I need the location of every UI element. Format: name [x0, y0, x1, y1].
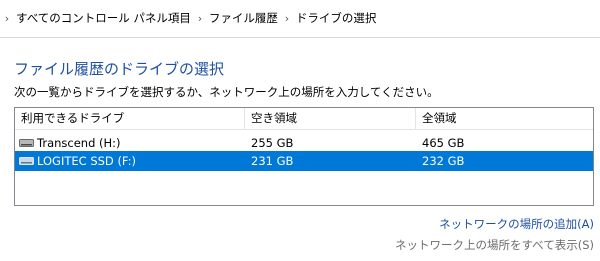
drive-name: LOGITEC SSD (F:)	[37, 154, 137, 168]
drive-icon	[19, 139, 34, 147]
drive-total-space: 465 GB	[422, 136, 465, 150]
instruction-text: 次の一覧からドライブを選択するか、ネットワーク上の場所を入力してください。	[14, 85, 439, 99]
drive-free-space: 255 GB	[251, 136, 294, 150]
breadcrumb-item-file-history[interactable]: ファイル履歴	[207, 10, 280, 26]
drive-total-space: 232 GB	[422, 154, 465, 168]
page-title: ファイル履歴のドライブの選択	[14, 60, 225, 78]
drive-icon	[19, 157, 34, 165]
column-header-free-space[interactable]: 空き領域	[245, 108, 415, 129]
chevron-right-icon[interactable]: ›	[193, 12, 207, 25]
drive-free-space: 231 GB	[251, 154, 294, 168]
list-header: 利用できるドライブ 空き領域 全領域	[15, 108, 593, 130]
drive-row-logitec-ssd[interactable]: LOGITEC SSD (F:) 231 GB 232 GB	[15, 151, 593, 171]
chevron-right-icon[interactable]: ›	[280, 12, 294, 25]
show-all-network-locations-link[interactable]: ネットワーク上の場所をすべて表示(S)	[395, 237, 594, 253]
breadcrumb-item-select-drive[interactable]: ドライブの選択	[294, 10, 379, 26]
column-header-total-space[interactable]: 全領域	[416, 108, 593, 129]
add-network-location-link[interactable]: ネットワークの場所の追加(A)	[439, 216, 594, 232]
column-header-available-drives[interactable]: 利用できるドライブ	[15, 108, 244, 129]
drive-row-transcend[interactable]: Transcend (H:) 255 GB 465 GB	[15, 133, 593, 153]
chevron-right-icon[interactable]: ›	[0, 12, 14, 25]
address-bar: › すべてのコントロール パネル項目 › ファイル履歴 › ドライブの選択	[0, 0, 600, 38]
drive-list[interactable]: 利用できるドライブ 空き領域 全領域 Transcend (H:) 255 GB…	[14, 107, 594, 206]
breadcrumb: › すべてのコントロール パネル項目 › ファイル履歴 › ドライブの選択	[0, 10, 378, 26]
breadcrumb-item-control-panel[interactable]: すべてのコントロール パネル項目	[14, 10, 193, 26]
drive-name: Transcend (H:)	[37, 136, 121, 150]
